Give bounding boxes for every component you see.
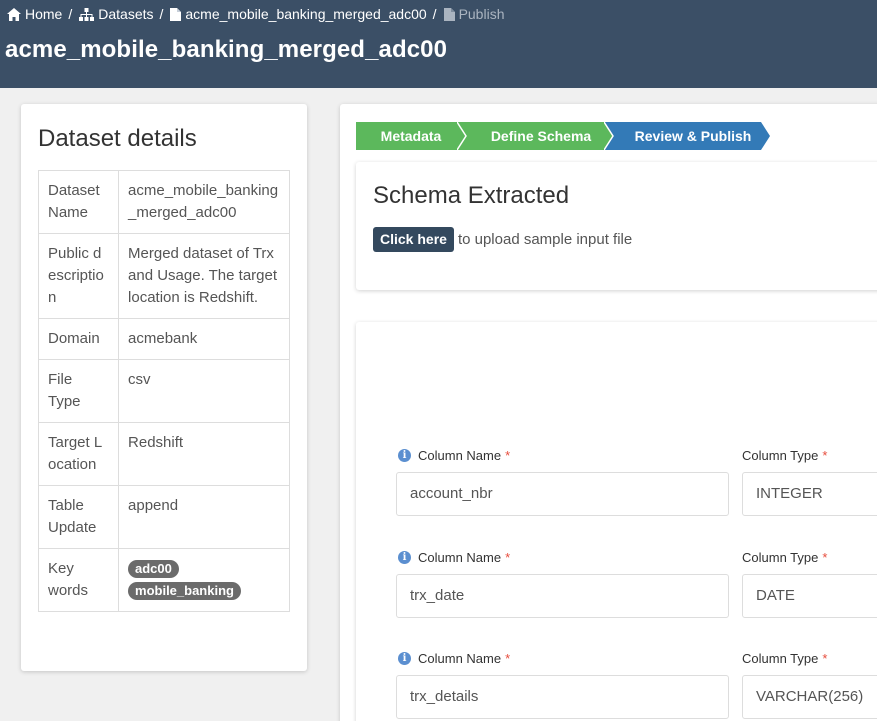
breadcrumb-datasets[interactable]: Datasets / [79,6,170,22]
column-name-label-text: Column Name [418,448,502,463]
column-type-select[interactable]: VARCHAR(256) [742,675,877,719]
upload-sample-button[interactable]: Click here [373,227,454,252]
wizard-step-label: Define Schema [490,128,592,144]
column-type-label: Column Type * [742,448,827,463]
table-row: Table Update append [37,485,290,549]
wizard-step-define-schema[interactable]: Define Schema [457,122,613,150]
file-icon [443,7,455,21]
wizard-step-label: Review & Publish [634,128,752,144]
schema-extracted-card: Schema Extracted Click here to upload sa… [356,162,877,290]
required-mark: * [822,651,828,666]
column-type-select[interactable]: INTEGER [742,472,877,516]
detail-key: Public description [37,233,120,319]
detail-key: Target Location [37,422,120,486]
detail-key: File Type [37,359,120,423]
breadcrumb-publish: Publish [443,6,505,22]
column-type-label-text: Column Type [742,448,819,463]
breadcrumb-separator: / [159,6,164,22]
detail-value: Redshift [118,422,290,486]
column-name-label-text: Column Name [418,550,502,565]
home-icon [7,7,21,21]
column-type-label: Column Type * [742,550,827,565]
dataset-details-panel: Dataset details Dataset Name acme_mobile… [21,104,307,671]
detail-key: Dataset Name [37,170,120,234]
breadcrumb-dataset[interactable]: acme_mobile_banking_merged_adc00 / [170,6,443,22]
detail-key: Domain [37,318,120,360]
dataset-details-title: Dataset details [38,125,197,152]
breadcrumb: Home / Datasets / acme_mobile_banking_me… [7,6,504,22]
wizard-step-label: Metadata [380,128,442,144]
dataset-details-table: Dataset Name acme_mobile_banking_merged_… [37,170,290,612]
page-title: acme_mobile_banking_merged_adc00 [5,36,448,63]
detail-key: Table Update [37,485,120,549]
column-name-label: i Column Name * [398,651,510,666]
table-row: Key words adc00 mobile_banking [37,548,290,612]
column-type-label-text: Column Type [742,651,819,666]
breadcrumb-home-label: Home [25,6,63,22]
detail-key: Key words [37,548,120,612]
wizard-step-review-publish[interactable]: Review & Publish [604,122,770,150]
breadcrumb-home[interactable]: Home / [7,6,79,22]
breadcrumb-dataset-label: acme_mobile_banking_merged_adc00 [185,6,427,22]
schema-columns-card: i Column Name * Column Type * account_nb… [356,322,877,721]
detail-value: Merged dataset of Trx and Usage. The tar… [118,233,290,319]
required-mark: * [505,448,511,463]
breadcrumb-separator: / [432,6,437,22]
required-mark: * [505,651,511,666]
column-name-label: i Column Name * [398,448,510,463]
detail-value: acme_mobile_banking_merged_adc00 [118,170,290,234]
schema-title: Schema Extracted [373,182,570,209]
column-name-label: i Column Name * [398,550,510,565]
column-type-label: Column Type * [742,651,827,666]
breadcrumb-datasets-label: Datasets [98,6,154,22]
page-header: Home / Datasets / acme_mobile_banking_me… [0,0,877,88]
column-name-label-text: Column Name [418,651,502,666]
detail-value: adc00 mobile_banking [118,548,290,612]
info-icon[interactable]: i [398,652,411,665]
table-row: Public description Merged dataset of Trx… [37,233,290,319]
breadcrumb-publish-label: Publish [458,6,505,22]
detail-value: append [118,485,290,549]
detail-value: csv [118,359,290,423]
column-name-input[interactable]: trx_details [396,675,729,719]
keyword-badge: mobile_banking [128,582,241,600]
sitemap-icon [79,7,95,21]
column-name-input[interactable]: account_nbr [396,472,729,516]
detail-value: acmebank [118,318,290,360]
table-row: Domain acmebank [37,318,290,360]
keyword-badge: adc00 [128,560,179,578]
breadcrumb-separator: / [68,6,73,22]
file-icon [170,7,182,21]
upload-row: Click here to upload sample input file [373,227,632,252]
table-row: Target Location Redshift [37,422,290,486]
column-type-select[interactable]: DATE [742,574,877,618]
column-name-input[interactable]: trx_date [396,574,729,618]
column-type-label-text: Column Type [742,550,819,565]
info-icon[interactable]: i [398,449,411,462]
required-mark: * [822,448,828,463]
wizard-step-metadata[interactable]: Metadata [356,122,466,150]
table-row: File Type csv [37,359,290,423]
required-mark: * [822,550,828,565]
required-mark: * [505,550,511,565]
table-row: Dataset Name acme_mobile_banking_merged_… [37,170,290,234]
upload-hint: to upload sample input file [457,231,633,248]
info-icon[interactable]: i [398,551,411,564]
